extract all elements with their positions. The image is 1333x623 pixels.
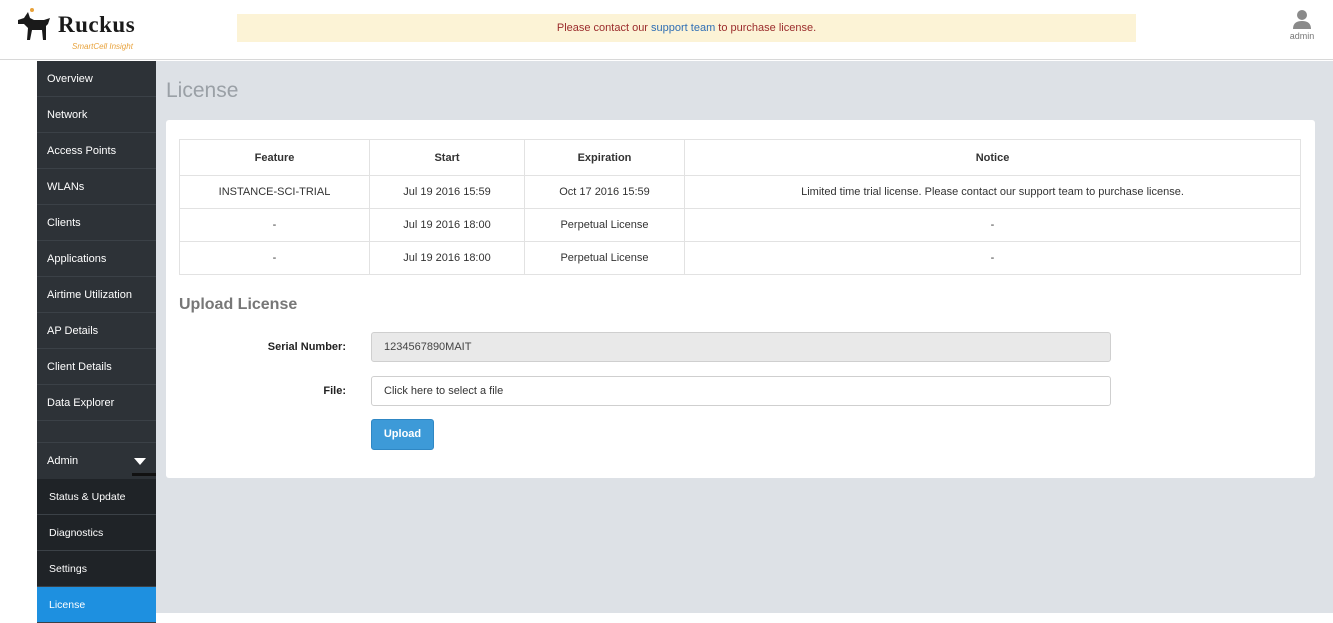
- cell-notice: Limited time trial license. Please conta…: [684, 175, 1301, 209]
- file-label: File:: [323, 385, 346, 397]
- top-header: Ruckus SmartCell Insight Please contact …: [0, 0, 1333, 60]
- sidebar-subitem-diagnostics[interactable]: Diagnostics: [37, 515, 156, 551]
- support-team-link[interactable]: support team: [651, 22, 715, 34]
- license-card: Feature Start Expiration Notice INSTANCE…: [166, 120, 1315, 478]
- sidebar-item-client-details[interactable]: Client Details: [37, 349, 156, 385]
- column-header-expiration: Expiration: [524, 139, 685, 176]
- brand-name: Ruckus: [58, 12, 136, 37]
- sidebar-item-admin[interactable]: Admin: [37, 443, 156, 479]
- header-divider: [0, 59, 1333, 60]
- ruckus-dog-icon: [18, 8, 50, 40]
- banner-text-prefix: Please contact our: [556, 22, 652, 34]
- sidebar-item-network[interactable]: Network: [37, 97, 156, 133]
- table-row: - Jul 19 2016 18:00 Perpetual License -: [179, 241, 1301, 275]
- sidebar-item-applications[interactable]: Applications: [37, 241, 156, 277]
- serial-number-field[interactable]: 1234567890MAIT: [371, 332, 1111, 362]
- upload-button[interactable]: Upload: [371, 419, 434, 450]
- sidebar-item-airtime-utilization[interactable]: Airtime Utilization: [37, 277, 156, 313]
- table-row: - Jul 19 2016 18:00 Perpetual License -: [179, 208, 1301, 242]
- cell-feature: -: [179, 208, 370, 242]
- cell-start: Jul 19 2016 18:00: [369, 208, 525, 242]
- sidebar-item-overview[interactable]: Overview: [37, 61, 156, 97]
- column-header-feature: Feature: [179, 139, 370, 176]
- cell-notice: -: [684, 208, 1301, 242]
- main-content: License Feature Start Expiration Notice …: [156, 61, 1333, 613]
- chevron-down-icon: [134, 458, 146, 465]
- table-row: INSTANCE-SCI-TRIAL Jul 19 2016 15:59 Oct…: [179, 175, 1301, 209]
- user-icon: [1293, 10, 1311, 29]
- brand-logo[interactable]: Ruckus SmartCell Insight: [14, 6, 164, 56]
- sidebar-subitem-status-update[interactable]: Status & Update: [37, 479, 156, 515]
- cell-expiration: Perpetual License: [524, 241, 685, 275]
- sidebar-item-clients[interactable]: Clients: [37, 205, 156, 241]
- column-header-start: Start: [369, 139, 525, 176]
- cell-start: Jul 19 2016 15:59: [369, 175, 525, 209]
- cell-feature: -: [179, 241, 370, 275]
- cell-expiration: Perpetual License: [524, 208, 685, 242]
- admin-expanded-indicator: [132, 473, 156, 476]
- page-title: License: [166, 79, 239, 102]
- sidebar: Overview Network Access Points WLANs Cli…: [37, 61, 156, 623]
- cell-feature: INSTANCE-SCI-TRIAL: [179, 175, 370, 209]
- sidebar-subitem-license[interactable]: License: [37, 587, 156, 623]
- file-select-input[interactable]: Click here to select a file: [371, 376, 1111, 406]
- user-name: admin: [1289, 31, 1315, 41]
- cell-expiration: Oct 17 2016 15:59: [524, 175, 685, 209]
- brand-tagline: SmartCell Insight: [72, 42, 133, 51]
- table-header-row: Feature Start Expiration Notice: [179, 139, 1301, 176]
- column-header-notice: Notice: [684, 139, 1301, 176]
- sidebar-item-data-explorer[interactable]: Data Explorer: [37, 385, 156, 421]
- sidebar-spacer: [37, 421, 156, 443]
- banner-text-suffix: to purchase license.: [715, 22, 817, 34]
- sidebar-subitem-settings[interactable]: Settings: [37, 551, 156, 587]
- sidebar-item-wlans[interactable]: WLANs: [37, 169, 156, 205]
- upload-license-heading: Upload License: [179, 296, 298, 313]
- license-notice-banner: Please contact our support team to purch…: [237, 14, 1136, 42]
- sidebar-item-admin-label: Admin: [47, 455, 79, 467]
- cell-start: Jul 19 2016 18:00: [369, 241, 525, 275]
- sidebar-item-access-points[interactable]: Access Points: [37, 133, 156, 169]
- license-table: Feature Start Expiration Notice INSTANCE…: [179, 139, 1301, 275]
- cell-notice: -: [684, 241, 1301, 275]
- user-menu[interactable]: admin: [1280, 8, 1324, 41]
- sidebar-item-ap-details[interactable]: AP Details: [37, 313, 156, 349]
- serial-number-label: Serial Number:: [267, 341, 346, 353]
